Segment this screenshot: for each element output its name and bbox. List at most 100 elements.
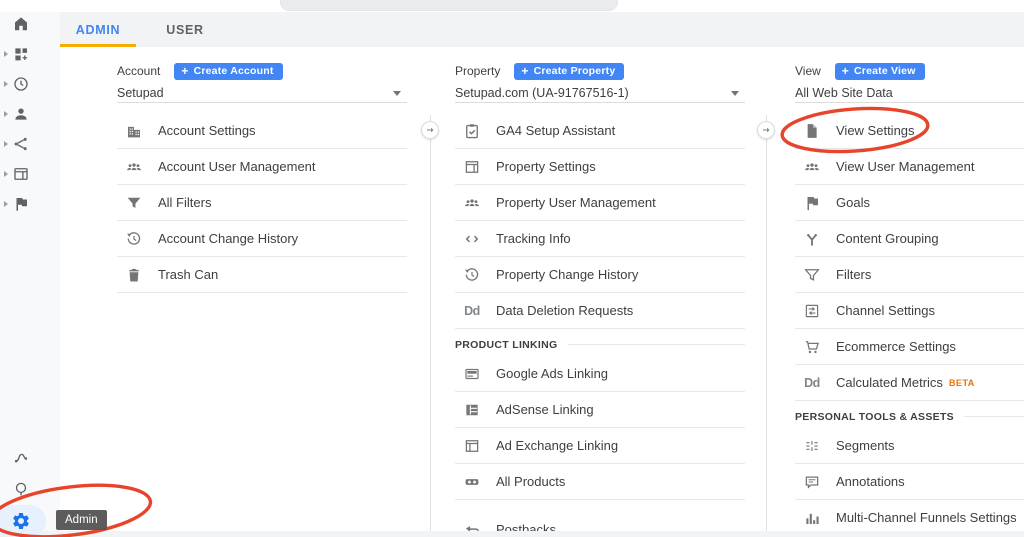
flag-icon <box>803 194 821 212</box>
list-item-all-products[interactable]: All Products <box>455 464 745 500</box>
behavior-icon <box>12 165 30 183</box>
account-selector[interactable]: Setupad <box>117 86 407 103</box>
history-icon <box>463 266 481 284</box>
ads-card-icon <box>463 365 481 383</box>
property-header: Property + Create Property <box>455 62 745 80</box>
create-view-button[interactable]: + Create View <box>834 62 925 80</box>
conversions-icon <box>12 195 30 213</box>
building-icon <box>125 122 143 140</box>
sidebar-item-home[interactable] <box>0 9 60 39</box>
admin-tabs: ADMIN USER <box>60 12 1024 47</box>
list-item-property-change-history[interactable]: Property Change History <box>455 257 745 293</box>
list-item-tracking-info[interactable]: Tracking Info <box>455 221 745 257</box>
personal-tools-list: Segments Annotations Multi-Channel Funne… <box>795 428 1024 531</box>
people-icon <box>463 194 481 212</box>
sidebar-item-acquisition[interactable] <box>0 129 60 159</box>
attribution-icon[interactable] <box>12 448 30 466</box>
dd-icon: Dd <box>464 303 480 318</box>
list-item-data-deletion-requests[interactable]: Dd Data Deletion Requests <box>455 293 745 329</box>
tab-user[interactable]: USER <box>157 12 213 47</box>
sidebar-item-audience[interactable] <box>0 99 60 129</box>
view-header: View + Create View <box>795 62 1024 80</box>
list-item-account-user-management[interactable]: Account User Management <box>117 149 407 185</box>
account-selector-value: Setupad <box>117 86 164 100</box>
sidebar-item-customization[interactable] <box>0 39 60 69</box>
plus-icon: + <box>521 64 529 78</box>
list-item-ga4-setup-assistant[interactable]: GA4 Setup Assistant <box>455 113 745 149</box>
sidebar-item-behavior[interactable] <box>0 159 60 189</box>
history-icon <box>125 230 143 248</box>
list-item-trash-can[interactable]: Trash Can <box>117 257 407 293</box>
property-label: Property <box>455 64 501 78</box>
list-item-account-change-history[interactable]: Account Change History <box>117 221 407 257</box>
list-item-ad-exchange-linking[interactable]: Ad Exchange Linking <box>455 428 745 464</box>
people-icon <box>803 158 821 176</box>
personal-tools-header: PERSONAL TOOLS & ASSETS <box>795 401 1024 428</box>
collapse-column-button[interactable] <box>421 121 439 139</box>
account-header: Account + Create Account <box>117 62 407 80</box>
annotations-icon <box>803 473 821 491</box>
list-item-annotations[interactable]: Annotations <box>795 464 1024 500</box>
tab-admin[interactable]: ADMIN <box>60 12 136 47</box>
postbacks-icon <box>463 521 481 531</box>
browser-searchbar-remnant <box>280 0 618 11</box>
list-item-calculated-metrics[interactable]: Dd Calculated Metrics BETA <box>795 365 1024 401</box>
list-item-goals[interactable]: Goals <box>795 185 1024 221</box>
segments-icon <box>803 437 821 455</box>
column-property: Property + Create Property Setupad.com (… <box>455 62 745 531</box>
list-item-account-settings[interactable]: Account Settings <box>117 113 407 149</box>
view-selector[interactable]: All Web Site Data <box>795 86 1024 103</box>
active-tab-underline <box>60 44 136 47</box>
content-grouping-icon <box>803 230 821 248</box>
admin-panel: Account + Create Account Setupad Account… <box>60 47 1024 531</box>
create-account-button[interactable]: + Create Account <box>174 62 283 80</box>
discover-icon[interactable] <box>12 480 30 498</box>
list-item-all-filters[interactable]: All Filters <box>117 185 407 221</box>
column-account: Account + Create Account Setupad Account… <box>117 62 407 293</box>
admin-tooltip: Admin <box>56 510 107 530</box>
list-item-ecommerce-settings[interactable]: Ecommerce Settings <box>795 329 1024 365</box>
create-property-label: Create Property <box>533 65 616 77</box>
list-item-adsense-linking[interactable]: AdSense Linking <box>455 392 745 428</box>
expand-caret-icon <box>4 141 8 147</box>
list-item-postbacks[interactable]: Postbacks <box>455 512 745 531</box>
expand-caret-icon <box>4 201 8 207</box>
mcf-icon <box>803 509 821 527</box>
column-divider <box>430 115 431 531</box>
list-item-property-user-management[interactable]: Property User Management <box>455 185 745 221</box>
people-icon <box>125 158 143 176</box>
collapse-column-button[interactable] <box>757 121 775 139</box>
account-list: Account Settings Account User Management… <box>117 113 407 293</box>
personal-tools-title: PERSONAL TOOLS & ASSETS <box>795 410 954 423</box>
sidebar-item-conversions[interactable] <box>0 189 60 219</box>
product-linking-title: PRODUCT LINKING <box>455 338 558 351</box>
list-item-multi-channel-funnels-settings[interactable]: Multi-Channel Funnels Settings <box>795 500 1024 531</box>
ga-admin-screen: ADMIN USER Account + Create Account Setu… <box>0 0 1024 537</box>
list-item-filters[interactable]: Filters <box>795 257 1024 293</box>
view-list: View Settings View User Management Goals… <box>795 113 1024 401</box>
list-item-content-grouping[interactable]: Content Grouping <box>795 221 1024 257</box>
column-view: View + Create View All Web Site Data Vie… <box>795 62 1024 531</box>
header-rule <box>963 416 1024 417</box>
list-item-segments[interactable]: Segments <box>795 428 1024 464</box>
list-item-channel-settings[interactable]: Channel Settings <box>795 293 1024 329</box>
expand-caret-icon <box>4 111 8 117</box>
list-item-view-user-management[interactable]: View User Management <box>795 149 1024 185</box>
list-item-property-settings[interactable]: Property Settings <box>455 149 745 185</box>
create-view-label: Create View <box>854 65 916 77</box>
code-icon <box>463 230 481 248</box>
sidebar-item-realtime[interactable] <box>0 69 60 99</box>
clipboard-check-icon <box>463 122 481 140</box>
beta-badge: BETA <box>948 378 975 388</box>
create-property-button[interactable]: + Create Property <box>514 62 625 80</box>
list-item-view-settings[interactable]: View Settings <box>795 113 1024 149</box>
browser-top-strip <box>0 0 1024 12</box>
audience-icon <box>12 105 30 123</box>
property-selector[interactable]: Setupad.com (UA-91767516-1) <box>455 86 745 103</box>
header-rule <box>567 344 745 345</box>
cart-icon <box>803 338 821 356</box>
admin-gear-button[interactable] <box>11 511 31 531</box>
funnel-outline-icon <box>803 266 821 284</box>
list-item-google-ads-linking[interactable]: Google Ads Linking <box>455 356 745 392</box>
plus-icon: + <box>841 64 850 78</box>
